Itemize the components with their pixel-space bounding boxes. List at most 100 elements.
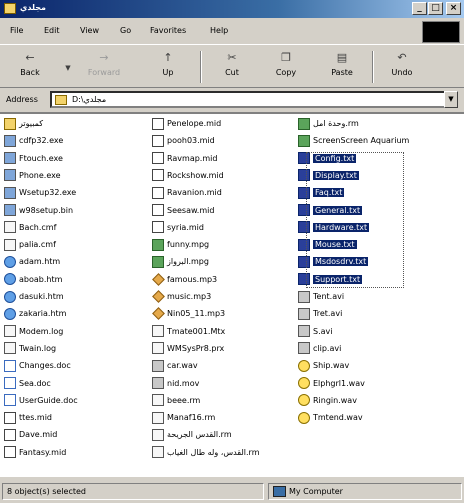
file-name: beee.rm [167, 395, 201, 405]
file-item[interactable]: ScreenScreen Aquarium [298, 134, 409, 148]
file-item[interactable]: beee.rm [152, 394, 200, 408]
file-item[interactable]: Ravanion.mid [152, 186, 222, 200]
exe-file-icon [4, 152, 16, 165]
status-selection-count: 8 object(s) selected [2, 483, 264, 500]
file-item[interactable]: Nin05_11.mp3 [152, 307, 225, 321]
file-item[interactable]: Wsetup32.exe [4, 186, 76, 200]
file-name: Tret.avi [313, 309, 343, 319]
paste-button[interactable]: ▤ Paste [322, 49, 362, 85]
file-name: Ravanion.mid [167, 188, 222, 198]
file-item[interactable]: syria.mid [152, 221, 204, 235]
file-item[interactable]: Fantasy.mid [4, 446, 66, 460]
file-item[interactable]: Ringin.wav [298, 394, 357, 408]
file-item[interactable]: القدس، وله طال الغياب.rm [152, 446, 259, 460]
menu-go[interactable]: Go [120, 26, 131, 35]
avi-file-icon [152, 359, 164, 372]
up-button[interactable]: ↑ Up [148, 49, 188, 85]
menu-favorites[interactable]: Favorites [150, 26, 186, 35]
minimize-button[interactable]: _ [412, 2, 427, 15]
file-item[interactable]: Twain.log [4, 342, 56, 356]
file-item[interactable]: w98setup.bin [4, 204, 73, 218]
file-item[interactable]: Tmtend.wav [298, 411, 363, 425]
undo-button[interactable]: ↶ Undo [382, 49, 422, 85]
txt-file-icon [152, 446, 164, 459]
file-item[interactable]: nid.mov [152, 377, 199, 391]
menu-file[interactable]: File [10, 26, 23, 35]
file-item[interactable]: cdfp32.exe [4, 134, 63, 148]
file-item[interactable]: Manaf16.rm [152, 411, 215, 425]
menu-help[interactable]: Help [210, 26, 228, 35]
file-item[interactable]: car.wav [152, 359, 198, 373]
file-item[interactable]: Tret.avi [298, 307, 342, 321]
file-name: Modem.log [19, 326, 64, 336]
file-item[interactable]: القدس الجريحة.rm [152, 428, 232, 442]
file-item[interactable]: Ship.wav [298, 359, 349, 373]
file-name: وحدة امل.rm [313, 119, 359, 128]
file-item[interactable]: Changes.doc [4, 359, 71, 373]
file-item[interactable]: Elphgrl1.wav [298, 377, 365, 391]
file-item[interactable]: pooh03.mid [152, 134, 215, 148]
file-item[interactable]: Ftouch.exe [4, 152, 63, 166]
exe-file-icon [4, 204, 16, 216]
file-item[interactable]: Modem.log [4, 325, 63, 339]
file-item[interactable]: كمبيوتر [4, 117, 43, 131]
file-item[interactable]: famous.mp3 [152, 272, 217, 287]
file-name: funny.mpg [167, 240, 210, 250]
file-name: ttes.mid [19, 413, 52, 423]
file-name: Ship.wav [313, 361, 350, 371]
forward-button[interactable]: → Forward [74, 49, 134, 85]
arrow-left-icon: ← [25, 51, 35, 64]
file-item[interactable]: Phone.exe [4, 169, 61, 183]
address-dropdown-button[interactable]: ▼ [444, 91, 458, 108]
cut-button[interactable]: ✂ Cut [212, 49, 252, 85]
file-item[interactable]: وحدة امل.rm [298, 117, 359, 131]
file-item[interactable]: ttes.mid [4, 411, 52, 425]
file-name: القدس، وله طال الغياب.rm [167, 447, 260, 457]
file-name: dasuki.htm [19, 292, 64, 301]
file-item[interactable]: Tmate001.Mtx [152, 325, 225, 339]
file-item[interactable]: Tent.avi [298, 290, 344, 304]
file-item[interactable]: aboab.htm [4, 273, 62, 287]
file-item[interactable]: Rockshow.mid [152, 169, 224, 183]
txt-file-icon [152, 325, 164, 338]
file-item[interactable]: Seesaw.mid [152, 204, 214, 218]
file-item[interactable]: dasuki.htm [4, 290, 64, 304]
txt-file-icon [4, 221, 16, 234]
back-button[interactable]: ← Back [10, 49, 50, 85]
exe-file-icon [4, 186, 16, 199]
file-item[interactable]: music.mp3 [152, 290, 211, 304]
mid-file-icon [152, 186, 164, 199]
menu-edit[interactable]: Edit [44, 26, 60, 35]
file-item[interactable]: zakaria.htm [4, 307, 66, 321]
address-value: D:\مجلدي [72, 95, 107, 104]
htm-file-icon [4, 307, 16, 320]
file-name: Wsetup32.exe [19, 188, 77, 198]
computer-icon [273, 486, 286, 497]
file-name: Fantasy.mid [19, 447, 67, 457]
file-item[interactable]: Bach.cmf [4, 221, 56, 235]
maximize-button[interactable]: □ [428, 2, 443, 15]
file-item[interactable]: S.avi [298, 325, 332, 339]
file-item[interactable]: funny.mpg [152, 238, 209, 252]
title-bar[interactable] [0, 0, 464, 18]
file-name: ScreenScreen Aquarium [313, 136, 410, 146]
file-item[interactable]: UserGuide.doc [4, 394, 78, 408]
file-item[interactable]: Dave.mid [4, 428, 57, 442]
file-item[interactable]: البرواز.mpg [152, 255, 209, 269]
file-name: Rockshow.mid [167, 170, 224, 180]
address-label: Address [6, 95, 38, 104]
menu-view[interactable]: View [80, 26, 99, 35]
address-input[interactable] [50, 91, 448, 108]
file-item[interactable]: WMSysPr8.prx [152, 342, 224, 356]
close-button[interactable]: × [446, 2, 461, 15]
file-item[interactable]: Penelope.mid [152, 117, 221, 131]
file-item[interactable]: palia.cmf [4, 238, 56, 252]
window-title: مجلدي [20, 3, 46, 12]
copy-button[interactable]: ❐ Copy [266, 49, 306, 85]
file-item[interactable]: Ravmap.mid [152, 152, 217, 166]
mid-file-icon [4, 411, 16, 424]
file-item[interactable]: Sea.doc [4, 377, 51, 391]
file-item[interactable]: adam.htm [4, 255, 60, 269]
back-dropdown[interactable]: ▼ [60, 49, 70, 85]
file-item[interactable]: clip.avi [298, 342, 341, 356]
